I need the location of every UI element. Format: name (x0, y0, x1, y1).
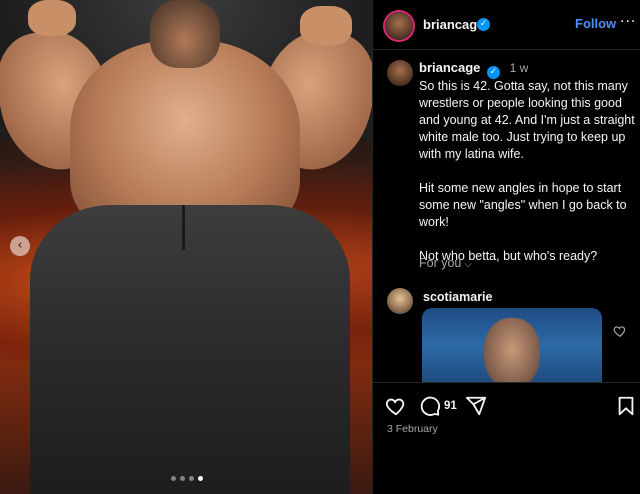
carousel-dots (171, 476, 203, 481)
caption-avatar[interactable] (387, 60, 413, 86)
comment-like-icon[interactable] (613, 324, 627, 338)
caption-section: briancage ✓ 1 w So this is 42. Gotta say… (373, 50, 640, 382)
right-fist (300, 6, 352, 46)
verified-badge-icon: ✓ (477, 18, 490, 31)
like-icon[interactable] (385, 395, 407, 417)
commenter-username[interactable]: scotiamarie (423, 290, 492, 304)
for-you-dropdown[interactable]: For you ⌵ (419, 256, 472, 270)
post-date[interactable]: 3 February (387, 423, 438, 435)
carousel-dot[interactable] (171, 476, 176, 481)
commenter-avatar[interactable] (387, 288, 413, 314)
follow-button[interactable]: Follow (575, 16, 616, 31)
caption-text: So this is 42. Gotta say, not this many … (419, 79, 635, 263)
time-ago[interactable]: 1 w (510, 61, 529, 75)
for-you-label: For you (419, 256, 462, 270)
gif-face (484, 318, 540, 382)
comment-icon[interactable] (419, 395, 441, 417)
comment-item: scotiamarie (373, 282, 640, 382)
caption-username[interactable]: briancage (419, 60, 480, 75)
carousel-dot-active[interactable] (198, 476, 203, 481)
chevron-down-icon: ⌵ (464, 259, 472, 270)
post-side-panel: briancage ✓ Follow ··· briancage ✓ 1 w S… (372, 0, 640, 494)
head (150, 0, 220, 68)
shorts (30, 205, 350, 494)
caption-header: briancage ✓ 1 w (419, 60, 528, 79)
post-actions: 91 3 February (373, 382, 640, 494)
share-icon[interactable] (465, 395, 487, 417)
comment-count[interactable]: 91 (444, 400, 457, 412)
author-avatar[interactable] (385, 12, 413, 40)
comment-gif[interactable] (422, 308, 602, 382)
author-username[interactable]: briancage (423, 17, 484, 32)
drawstring (182, 205, 185, 250)
left-fist (28, 0, 76, 36)
post-header: briancage ✓ Follow ··· (373, 0, 640, 50)
save-bookmark-icon[interactable] (615, 395, 637, 417)
more-options-icon[interactable]: ··· (620, 14, 636, 30)
carousel-prev-button[interactable]: ‹ (10, 236, 30, 256)
post-image[interactable]: ‹ (0, 0, 372, 494)
carousel-dot[interactable] (189, 476, 194, 481)
carousel-dot[interactable] (180, 476, 185, 481)
